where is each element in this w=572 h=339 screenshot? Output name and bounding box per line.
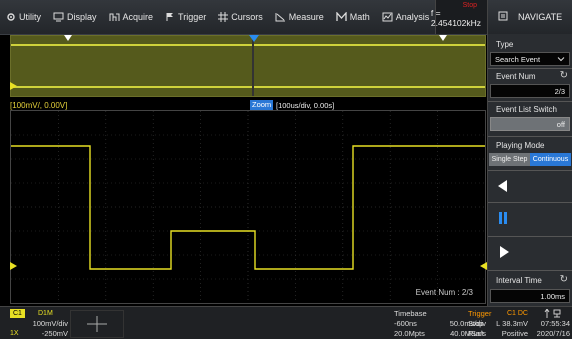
menu-cursors[interactable]: Cursors xyxy=(212,0,269,34)
clock-date: 2020/7/16 xyxy=(536,329,570,338)
menu-bar: Utility Display Acquire Trigger Cursors … xyxy=(0,0,487,35)
menu-display[interactable]: Display xyxy=(47,0,103,34)
frequency-text: f = 2.454102kHz xyxy=(430,8,482,28)
flag-icon xyxy=(165,12,175,22)
measure-icon xyxy=(275,12,286,22)
trigger-state: Stop xyxy=(468,319,484,328)
menu-math[interactable]: Math xyxy=(330,0,376,34)
menu-cursors-label: Cursors xyxy=(231,12,263,22)
menu-acquire[interactable]: Acquire xyxy=(103,0,160,34)
menu-measure[interactable]: Measure xyxy=(269,0,330,34)
add-channel-button[interactable] xyxy=(70,310,124,338)
clock-area[interactable]: 07:55:34 2020/7/16 xyxy=(530,309,570,338)
monitor-icon xyxy=(53,12,64,22)
trigger-mode: Runt xyxy=(468,329,484,338)
timebase-label: Timebase xyxy=(394,309,427,318)
chevron-down-icon xyxy=(557,55,565,63)
trigger-label: Trigger xyxy=(468,309,492,318)
type-select-value: Search Event xyxy=(495,55,541,64)
navigate-panel: NAVIGATE Type Search Event Event Num ↻ 2… xyxy=(487,0,572,306)
timebase-delay: -600ns xyxy=(394,319,417,328)
trigger-slope: Positive xyxy=(501,329,528,338)
zoom-channel-scale-label: [100mV/, 0.00V] xyxy=(10,101,68,110)
refresh-icon[interactable]: ↻ xyxy=(560,274,568,285)
gear-icon xyxy=(6,12,16,22)
cursors-icon xyxy=(218,12,229,22)
trigger-frequency-readout: Stop f = 2.454102kHz xyxy=(431,0,487,34)
channel-coupling: D1M xyxy=(38,310,53,317)
zoom-timebase-label: [100us/div, 0.00s] xyxy=(276,101,335,110)
channel1-descriptor[interactable]: C1 D1M 100mV/div 1X -250mV xyxy=(8,309,68,338)
zoom-waveform-grid[interactable]: Event Num : 2/3 xyxy=(10,110,486,304)
sample-points: 20.0Mpts xyxy=(394,329,425,338)
panel-header: NAVIGATE xyxy=(488,0,572,34)
acquire-icon xyxy=(109,12,120,22)
event-num-label: Event Num xyxy=(496,72,536,81)
channel-volts-div: 100mV/div xyxy=(32,319,68,328)
overview-trace-high xyxy=(11,44,485,46)
probe-attenuation: 1X xyxy=(10,330,19,337)
trigger-channel: C1 DC xyxy=(506,310,528,317)
interval-time-field[interactable]: 1.00ms xyxy=(490,289,570,303)
menu-math-label: Math xyxy=(349,12,370,22)
zoom-center-line xyxy=(252,36,254,96)
menu-acquire-label: Acquire xyxy=(122,12,154,22)
menu-utility[interactable]: Utility xyxy=(0,0,47,34)
type-label: Type xyxy=(496,40,514,49)
grid-lines xyxy=(11,111,485,303)
pause-button[interactable] xyxy=(488,203,572,233)
overview-waveform[interactable] xyxy=(10,35,486,97)
clock-time: 07:55:34 xyxy=(540,319,570,328)
analysis-icon xyxy=(382,12,393,22)
menu-trigger-label: Trigger xyxy=(178,12,207,22)
refresh-icon[interactable]: ↻ xyxy=(560,70,568,81)
event-num-overlay: Event Num : 2/3 xyxy=(415,288,473,297)
zoom-badge: Zoom xyxy=(250,100,274,110)
menu-analysis-label: Analysis xyxy=(395,12,430,22)
trigger-descriptor[interactable]: Trigger C1 DC Stop L 38.3mV Runt Positiv… xyxy=(468,309,528,338)
playing-mode-toggle: Single Step Continuous xyxy=(489,153,571,166)
overview-trace-low xyxy=(11,86,485,88)
interval-time-label: Interval Time xyxy=(496,276,542,285)
menu-utility-label: Utility xyxy=(19,12,41,22)
channel-offset: -250mV xyxy=(41,329,68,338)
event-list-switch-label: Event List Switch xyxy=(496,105,557,114)
playing-mode-label: Playing Mode xyxy=(496,141,545,150)
continuous-option[interactable]: Continuous xyxy=(530,153,571,166)
previous-event-button[interactable] xyxy=(488,171,572,201)
menu-measure-label: Measure xyxy=(288,12,324,22)
event-num-field[interactable]: 2/3 xyxy=(490,84,570,98)
status-bar: C1 D1M 100mV/div 1X -250mV Timebase -600… xyxy=(0,306,572,339)
event-list-switch-value: off xyxy=(556,120,565,129)
trigger-level: L 38.3mV xyxy=(496,319,528,328)
menu-list-icon[interactable] xyxy=(498,11,508,23)
type-select[interactable]: Search Event xyxy=(490,52,570,66)
menu-analysis[interactable]: Analysis xyxy=(376,0,436,34)
next-event-button[interactable] xyxy=(488,237,572,267)
event-list-switch-toggle[interactable]: off xyxy=(490,117,570,131)
zoom-waveform-plot xyxy=(11,111,485,303)
menu-display-label: Display xyxy=(67,12,97,22)
interval-time-value: 1.00ms xyxy=(540,292,565,301)
menu-trigger[interactable]: Trigger xyxy=(159,0,212,34)
event-num-value: 2/3 xyxy=(554,87,565,96)
single-step-option[interactable]: Single Step xyxy=(489,153,530,166)
panel-title: NAVIGATE xyxy=(518,12,563,22)
math-icon xyxy=(336,12,347,22)
channel-badge: C1 xyxy=(10,309,25,318)
